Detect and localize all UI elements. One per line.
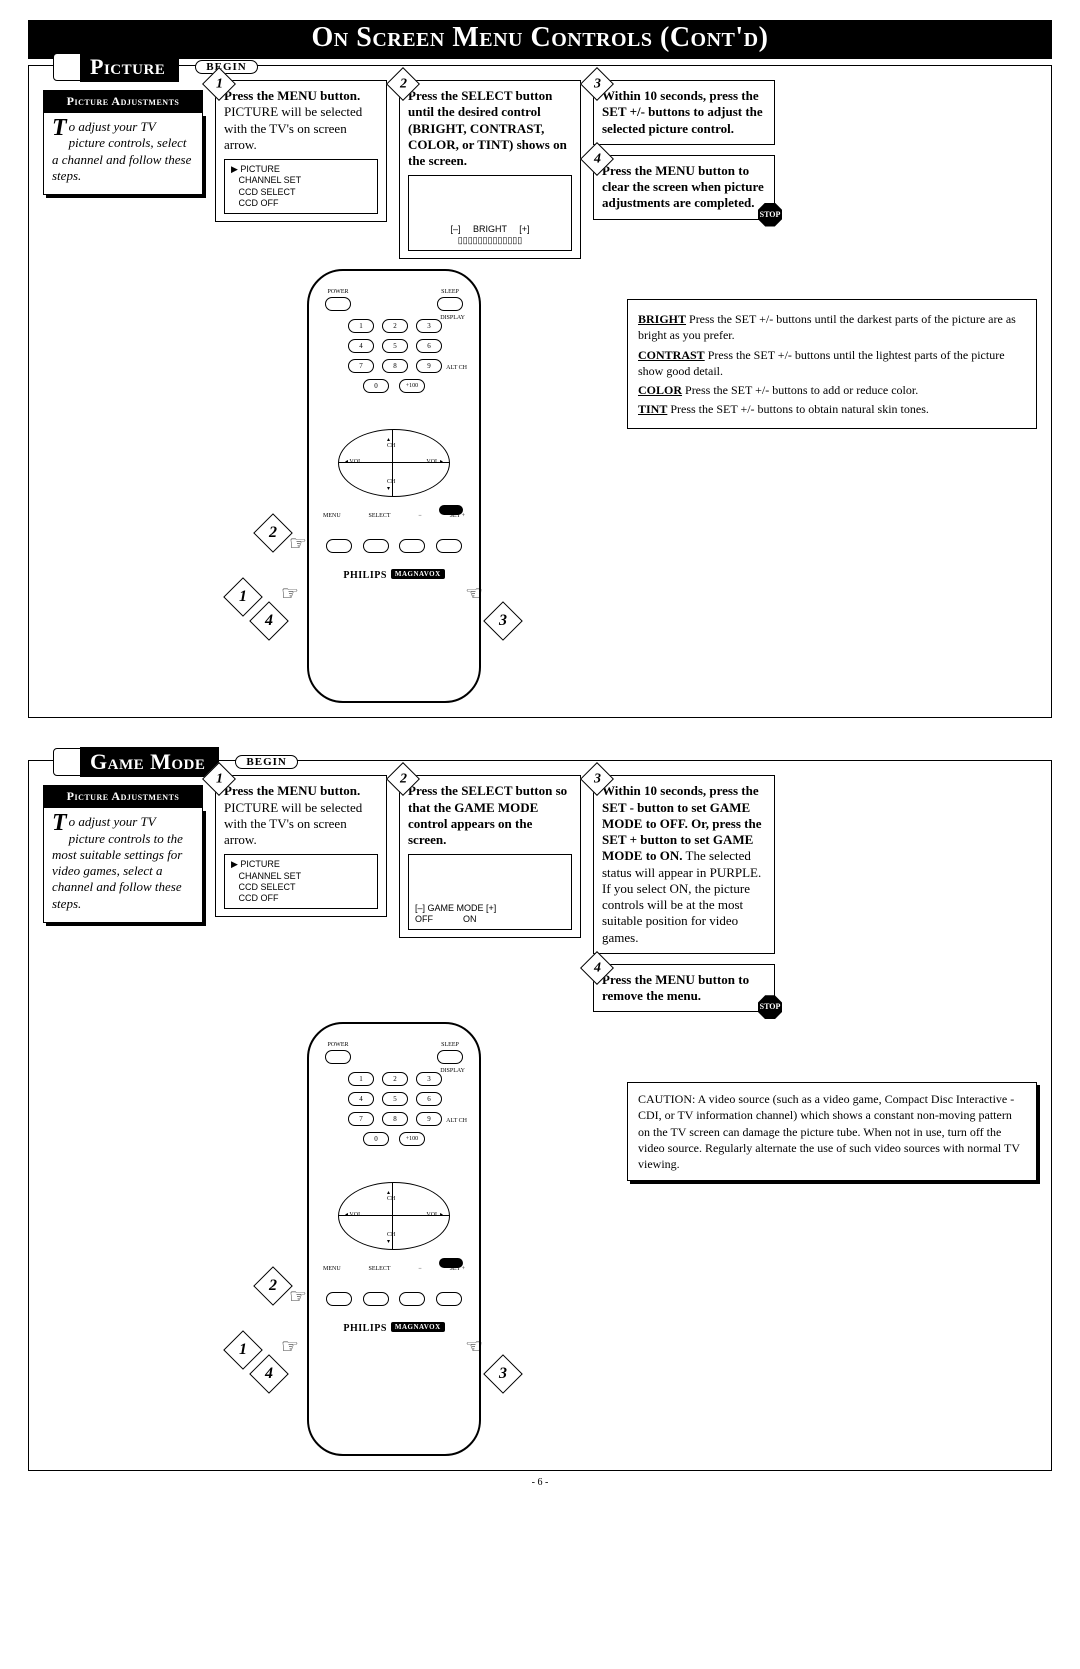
tv-screen: [–] BRIGHT [+] ▯▯▯▯▯▯▯▯▯▯▯▯▯ bbox=[408, 175, 572, 251]
adjustments-header: Picture Adjustments bbox=[43, 785, 203, 808]
remote-illustration: POWER SLEEP DISPLAY 123 456 789 ALT CH 0… bbox=[307, 269, 481, 703]
step-3: 3 Within 10 seconds, press the SET - but… bbox=[593, 775, 775, 954]
remote-illustration: POWER SLEEP DISPLAY 123 456 789 ALT CH 0… bbox=[307, 1022, 481, 1456]
step-1: 1 Press the MENU button. PICTURE will be… bbox=[215, 775, 387, 917]
definitions-box: BRIGHT Press the SET +/- buttons until t… bbox=[627, 299, 1037, 429]
section-tab-icon bbox=[53, 748, 81, 776]
gamemode-section: Game Mode BEGIN Picture Adjustments To a… bbox=[28, 760, 1052, 1471]
callout-2: 2 bbox=[253, 513, 293, 553]
caution-box: CAUTION: A video source (such as a video… bbox=[627, 1082, 1037, 1181]
callout-3: 3 bbox=[483, 601, 523, 641]
adjustments-intro: To adjust your TV picture controls, sele… bbox=[43, 113, 203, 195]
callout-3: 3 bbox=[483, 1354, 523, 1394]
section-title: Picture bbox=[80, 52, 179, 82]
tv-screen: [–] GAME MODE [+] OFF ON bbox=[408, 854, 572, 930]
adjustments-header: Picture Adjustments bbox=[43, 90, 203, 113]
step-1: 1 Press the MENU button. PICTURE will be… bbox=[215, 80, 387, 222]
begin-label: BEGIN bbox=[195, 60, 257, 74]
begin-label: BEGIN bbox=[235, 755, 297, 769]
picture-section: Picture BEGIN Picture Adjustments To adj… bbox=[28, 65, 1052, 718]
callout-2: 2 bbox=[253, 1266, 293, 1306]
page-number: - 6 - bbox=[28, 1477, 1052, 1488]
step-4: 4 Press the MENU button to clear the scr… bbox=[593, 155, 775, 220]
adjustments-intro: To adjust your TV picture controls to th… bbox=[43, 808, 203, 923]
step-2: 2 Press the SELECT button until the desi… bbox=[399, 80, 581, 259]
section-tab-icon bbox=[53, 53, 81, 81]
step-2: 2 Press the SELECT button so that the GA… bbox=[399, 775, 581, 938]
tv-screen: ▶ PICTURE CHANNEL SET CCD SELECT CCD OFF bbox=[224, 159, 378, 214]
section-title: Game Mode bbox=[80, 747, 219, 777]
step-3: 3 Within 10 seconds, press the SET +/- b… bbox=[593, 80, 775, 145]
step-4: 4 Press the MENU button to remove the me… bbox=[593, 964, 775, 1013]
tv-screen: ▶ PICTURE CHANNEL SET CCD SELECT CCD OFF bbox=[224, 854, 378, 909]
